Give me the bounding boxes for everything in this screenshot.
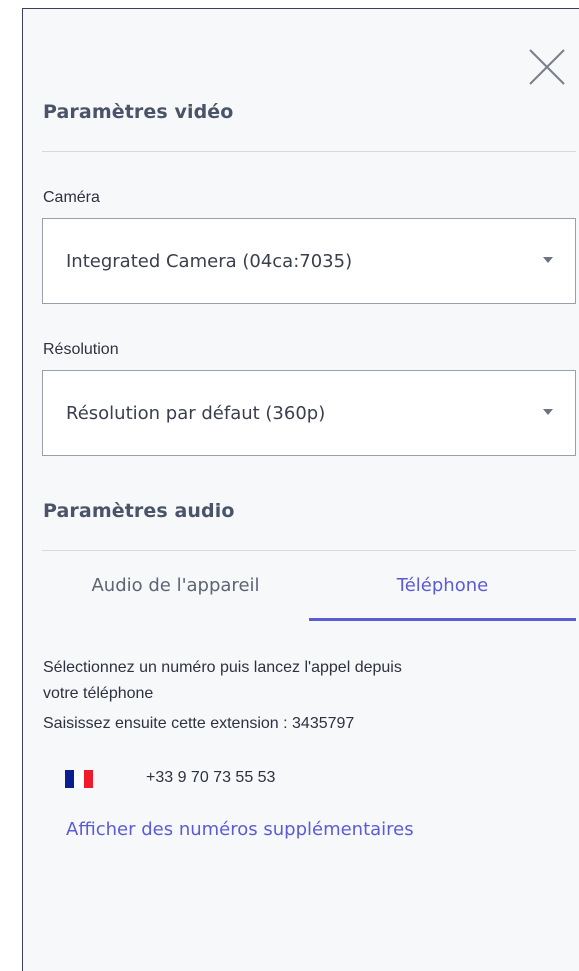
more-numbers-link[interactable]: Afficher des numéros supplémentaires bbox=[66, 819, 414, 840]
close-icon bbox=[529, 49, 565, 85]
chevron-down-icon bbox=[543, 409, 553, 415]
resolution-label: Résolution bbox=[43, 341, 119, 358]
camera-label: Caméra bbox=[43, 189, 100, 206]
france-flag-icon bbox=[65, 770, 93, 788]
video-settings-title: Paramètres vidéo bbox=[43, 101, 234, 123]
audio-settings-divider bbox=[42, 550, 576, 551]
resolution-select-value: Résolution par défaut (360p) bbox=[66, 403, 326, 424]
chevron-down-icon bbox=[543, 257, 553, 263]
settings-panel: Paramètres vidéo Caméra Integrated Camer… bbox=[22, 8, 579, 971]
video-settings-divider bbox=[42, 151, 576, 152]
resolution-select[interactable]: Résolution par défaut (360p) bbox=[42, 370, 576, 456]
tab-device-audio[interactable]: Audio de l'appareil bbox=[42, 561, 309, 619]
close-button[interactable] bbox=[527, 47, 567, 87]
extension-text: Saisissez ensuite cette extension : 3435… bbox=[43, 715, 355, 732]
instructions-line-2: votre téléphone bbox=[43, 685, 154, 702]
camera-select-value: Integrated Camera (04ca:7035) bbox=[66, 251, 353, 272]
phone-number[interactable]: +33 9 70 73 55 53 bbox=[146, 769, 275, 787]
tab-telephone[interactable]: Téléphone bbox=[309, 561, 576, 619]
active-tab-indicator bbox=[309, 618, 576, 621]
instructions-line-1: Sélectionnez un numéro puis lancez l'app… bbox=[43, 659, 402, 676]
camera-select[interactable]: Integrated Camera (04ca:7035) bbox=[42, 218, 576, 304]
audio-settings-title: Paramètres audio bbox=[43, 500, 235, 522]
